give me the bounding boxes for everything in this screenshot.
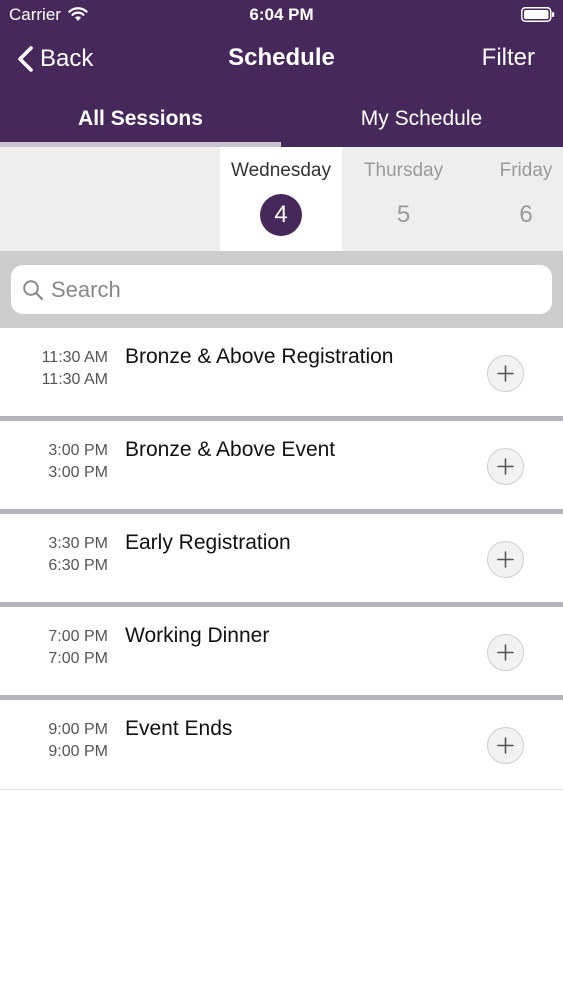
session-title: Working Dinner: [125, 624, 270, 647]
day-number: 5: [396, 201, 411, 228]
day-wednesday[interactable]: Wednesday 4: [220, 147, 342, 251]
end-time: 11:30 AM: [41, 371, 108, 388]
list-item[interactable]: 3:00 PM 3:00 PM Bronze & Above Event: [0, 421, 563, 514]
session-title: Event Ends: [125, 717, 233, 740]
add-to-schedule-button[interactable]: [487, 541, 524, 578]
list-item[interactable]: 11:30 AM 11:30 AM Bronze & Above Registr…: [0, 328, 563, 421]
header: Carrier 6:04 PM Back Schedule Filter All…: [0, 0, 563, 147]
day-name: Friday: [499, 160, 553, 181]
tab-my-schedule[interactable]: My Schedule: [281, 100, 562, 147]
day-friday[interactable]: Friday 6: [467, 147, 563, 251]
session-title: Bronze & Above Registration: [125, 345, 394, 368]
start-time: 7:00 PM: [48, 628, 108, 645]
session-times: 3:00 PM 3:00 PM: [0, 440, 108, 484]
day-number: 6: [519, 201, 533, 228]
day-selector: Wednesday 4 Thursday 5 Friday 6: [0, 147, 563, 251]
start-time: 3:00 PM: [48, 442, 108, 459]
session-times: 7:00 PM 7:00 PM: [0, 626, 108, 670]
search-placeholder: Search: [51, 277, 121, 302]
plus-icon: [497, 551, 514, 568]
end-time: 3:00 PM: [48, 464, 108, 481]
status-bar: Carrier 6:04 PM: [0, 0, 563, 30]
add-to-schedule-button[interactable]: [487, 355, 524, 392]
plus-icon: [497, 365, 514, 382]
battery-icon: [521, 7, 555, 22]
plus-icon: [497, 737, 514, 754]
session-times: 3:30 PM 6:30 PM: [0, 533, 108, 577]
segment-tabs: All Sessions My Schedule: [0, 100, 563, 147]
search-bar: Search: [0, 251, 563, 328]
end-time: 6:30 PM: [48, 557, 108, 574]
add-to-schedule-button[interactable]: [487, 634, 524, 671]
plus-icon: [497, 644, 514, 661]
add-to-schedule-button[interactable]: [487, 727, 524, 764]
list-item[interactable]: 3:30 PM 6:30 PM Early Registration: [0, 514, 563, 607]
day-number: 4: [260, 194, 302, 236]
day-thursday[interactable]: Thursday 5: [344, 147, 463, 251]
session-title: Early Registration: [125, 531, 291, 554]
list-item[interactable]: 7:00 PM 7:00 PM Working Dinner: [0, 607, 563, 700]
session-list: 11:30 AM 11:30 AM Bronze & Above Registr…: [0, 328, 563, 790]
day-name: Thursday: [363, 160, 444, 181]
plus-icon: [497, 458, 514, 475]
status-time: 6:04 PM: [249, 5, 314, 24]
tab-all-sessions[interactable]: All Sessions: [0, 100, 281, 147]
search-icon: [23, 280, 44, 301]
navigation-bar: Back Schedule Filter: [0, 36, 563, 82]
end-time: 9:00 PM: [48, 743, 108, 760]
session-times: 9:00 PM 9:00 PM: [0, 719, 108, 763]
list-item[interactable]: 9:00 PM 9:00 PM Event Ends: [0, 700, 563, 790]
start-time: 11:30 AM: [41, 349, 108, 366]
end-time: 7:00 PM: [48, 650, 108, 667]
session-times: 11:30 AM 11:30 AM: [0, 347, 108, 391]
search-input[interactable]: Search: [11, 265, 552, 314]
day-name: Wednesday: [231, 160, 331, 181]
session-title: Bronze & Above Event: [125, 438, 336, 461]
start-time: 9:00 PM: [48, 721, 108, 738]
filter-button[interactable]: Filter: [482, 44, 535, 72]
start-time: 3:30 PM: [48, 535, 108, 552]
add-to-schedule-button[interactable]: [487, 448, 524, 485]
page-title: Schedule: [228, 44, 335, 71]
